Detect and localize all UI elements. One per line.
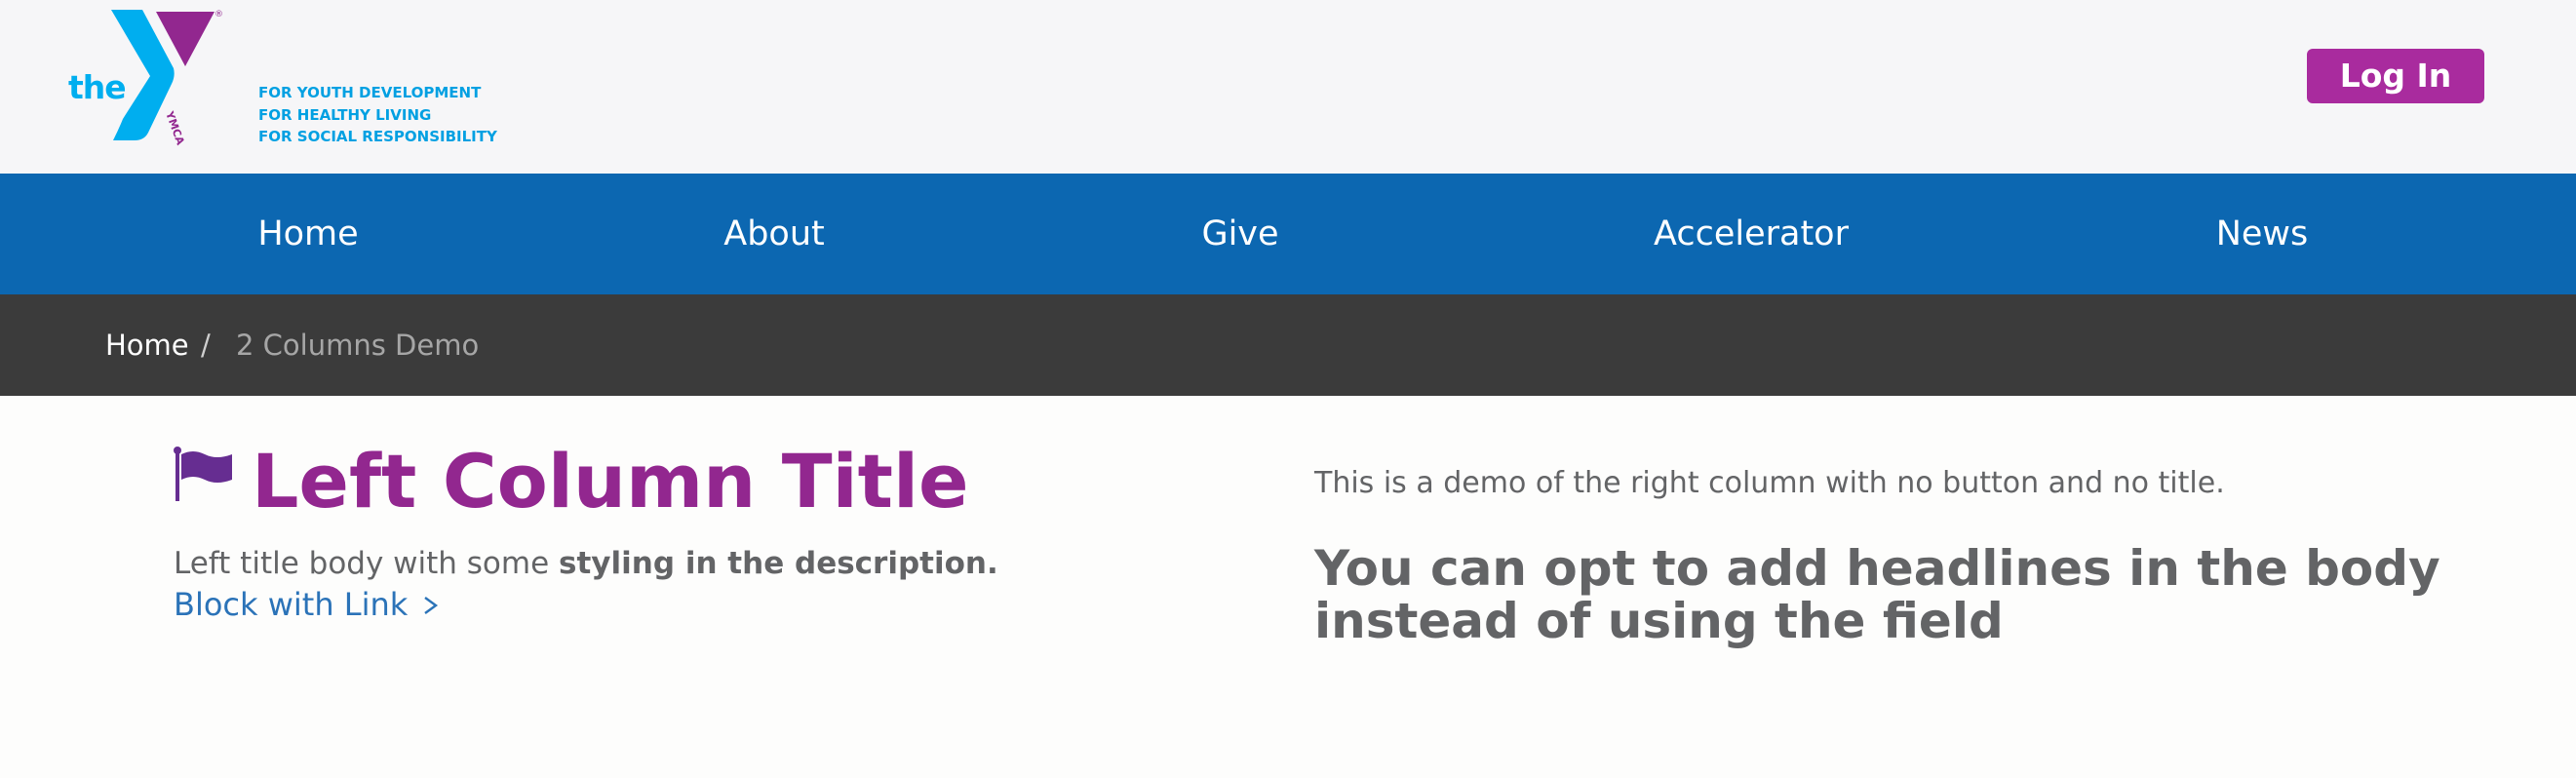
tagline-line: FOR HEALTHY LIVING [258, 105, 432, 124]
right-column-intro: This is a demo of the right column with … [1314, 466, 2225, 500]
nav-item-give[interactable]: Give [1201, 174, 1278, 294]
nav-item-home[interactable]: Home [257, 174, 358, 294]
logo-ymca-text: YMCA [163, 109, 187, 147]
chevron-right-icon [424, 597, 439, 614]
site-header: the ® YMCA FOR YOUTH DEVELOPMENT FOR HEA… [0, 0, 2576, 174]
right-column-headline: You can opt to add headlines in the body… [1314, 540, 2440, 649]
left-column-title: Left Column Title [252, 438, 969, 525]
tagline-line: FOR SOCIAL RESPONSIBILITY [258, 128, 497, 145]
block-link-label: Block with Link [174, 586, 409, 623]
tagline-line: FOR YOUTH DEVELOPMENT [258, 84, 482, 101]
breadcrumb-home-link[interactable]: Home [105, 294, 189, 396]
main-nav: Home About Give Accelerator News [0, 174, 2576, 294]
nav-item-accelerator[interactable]: Accelerator [1654, 174, 1849, 294]
left-body-bold-text: styling in the description. [559, 546, 998, 581]
logo-tagline: FOR YOUTH DEVELOPMENT FOR HEALTHY LIVING… [258, 82, 497, 148]
ymca-logo[interactable]: the ® YMCA FOR YOUTH DEVELOPMENT FOR HEA… [68, 8, 497, 154]
login-button[interactable]: Log In [2307, 49, 2484, 103]
breadcrumb-separator: / [201, 329, 211, 362]
flag-icon [174, 447, 232, 501]
left-body-text: Left title body with some [174, 546, 560, 581]
nav-item-about[interactable]: About [723, 174, 824, 294]
registered-mark: ® [215, 10, 223, 19]
block-link[interactable]: Block with Link [174, 585, 441, 624]
logo-y-mark: ® YMCA [111, 10, 223, 147]
breadcrumb: Home / 2 Columns Demo [0, 294, 2576, 396]
left-column-body: Left title body with some styling in the… [174, 544, 998, 583]
breadcrumb-current: 2 Columns Demo [236, 329, 480, 362]
nav-item-news[interactable]: News [2216, 174, 2309, 294]
